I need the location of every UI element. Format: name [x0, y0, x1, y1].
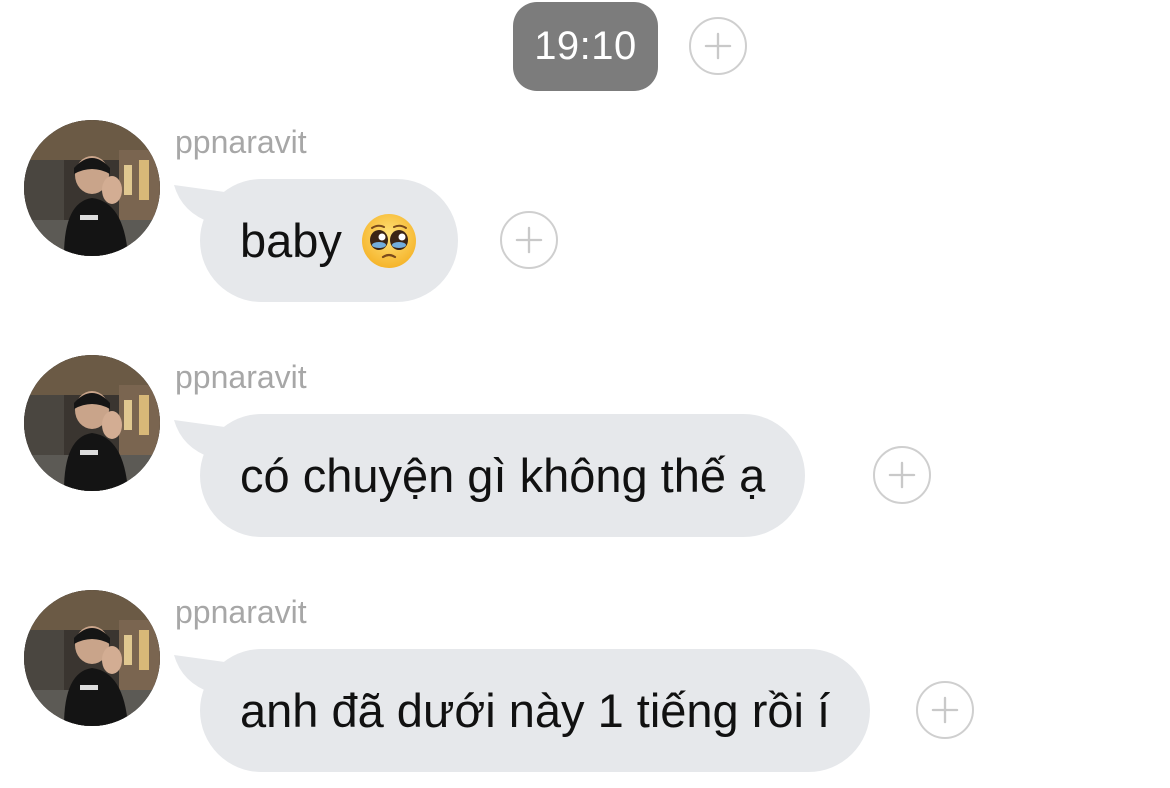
- timestamp-label: 19:10: [534, 24, 637, 68]
- timestamp-add-reaction-button[interactable]: [689, 17, 747, 75]
- message-bubble[interactable]: anh đã dưới này 1 tiếng rồi í: [200, 649, 871, 772]
- avatar[interactable]: [24, 355, 160, 491]
- avatar-photo: [24, 355, 160, 491]
- avatar[interactable]: [24, 590, 160, 726]
- plus-icon: [888, 461, 916, 489]
- message-bubble[interactable]: baby: [200, 179, 458, 302]
- message-text: baby: [240, 214, 342, 267]
- plus-icon: [515, 226, 543, 254]
- avatar-photo: [24, 590, 160, 726]
- message-bubble[interactable]: có chuyện gì không thế ạ: [200, 414, 806, 537]
- add-reaction-button[interactable]: [500, 211, 558, 269]
- add-reaction-button[interactable]: [916, 681, 974, 739]
- plus-icon: [704, 32, 732, 60]
- avatar-photo: [24, 120, 160, 256]
- plus-icon: [931, 696, 959, 724]
- pleading-face-icon: [361, 213, 416, 268]
- message-text: có chuyện gì không thế ạ: [240, 449, 766, 502]
- sender-username: ppnaravit: [175, 594, 307, 630]
- avatar[interactable]: [24, 120, 160, 256]
- sender-username: ppnaravit: [175, 359, 307, 395]
- add-reaction-button[interactable]: [873, 446, 931, 504]
- sender-username: ppnaravit: [175, 124, 307, 160]
- timestamp-pill: 19:10: [513, 2, 658, 91]
- message-text: anh đã dưới này 1 tiếng rồi í: [240, 684, 831, 737]
